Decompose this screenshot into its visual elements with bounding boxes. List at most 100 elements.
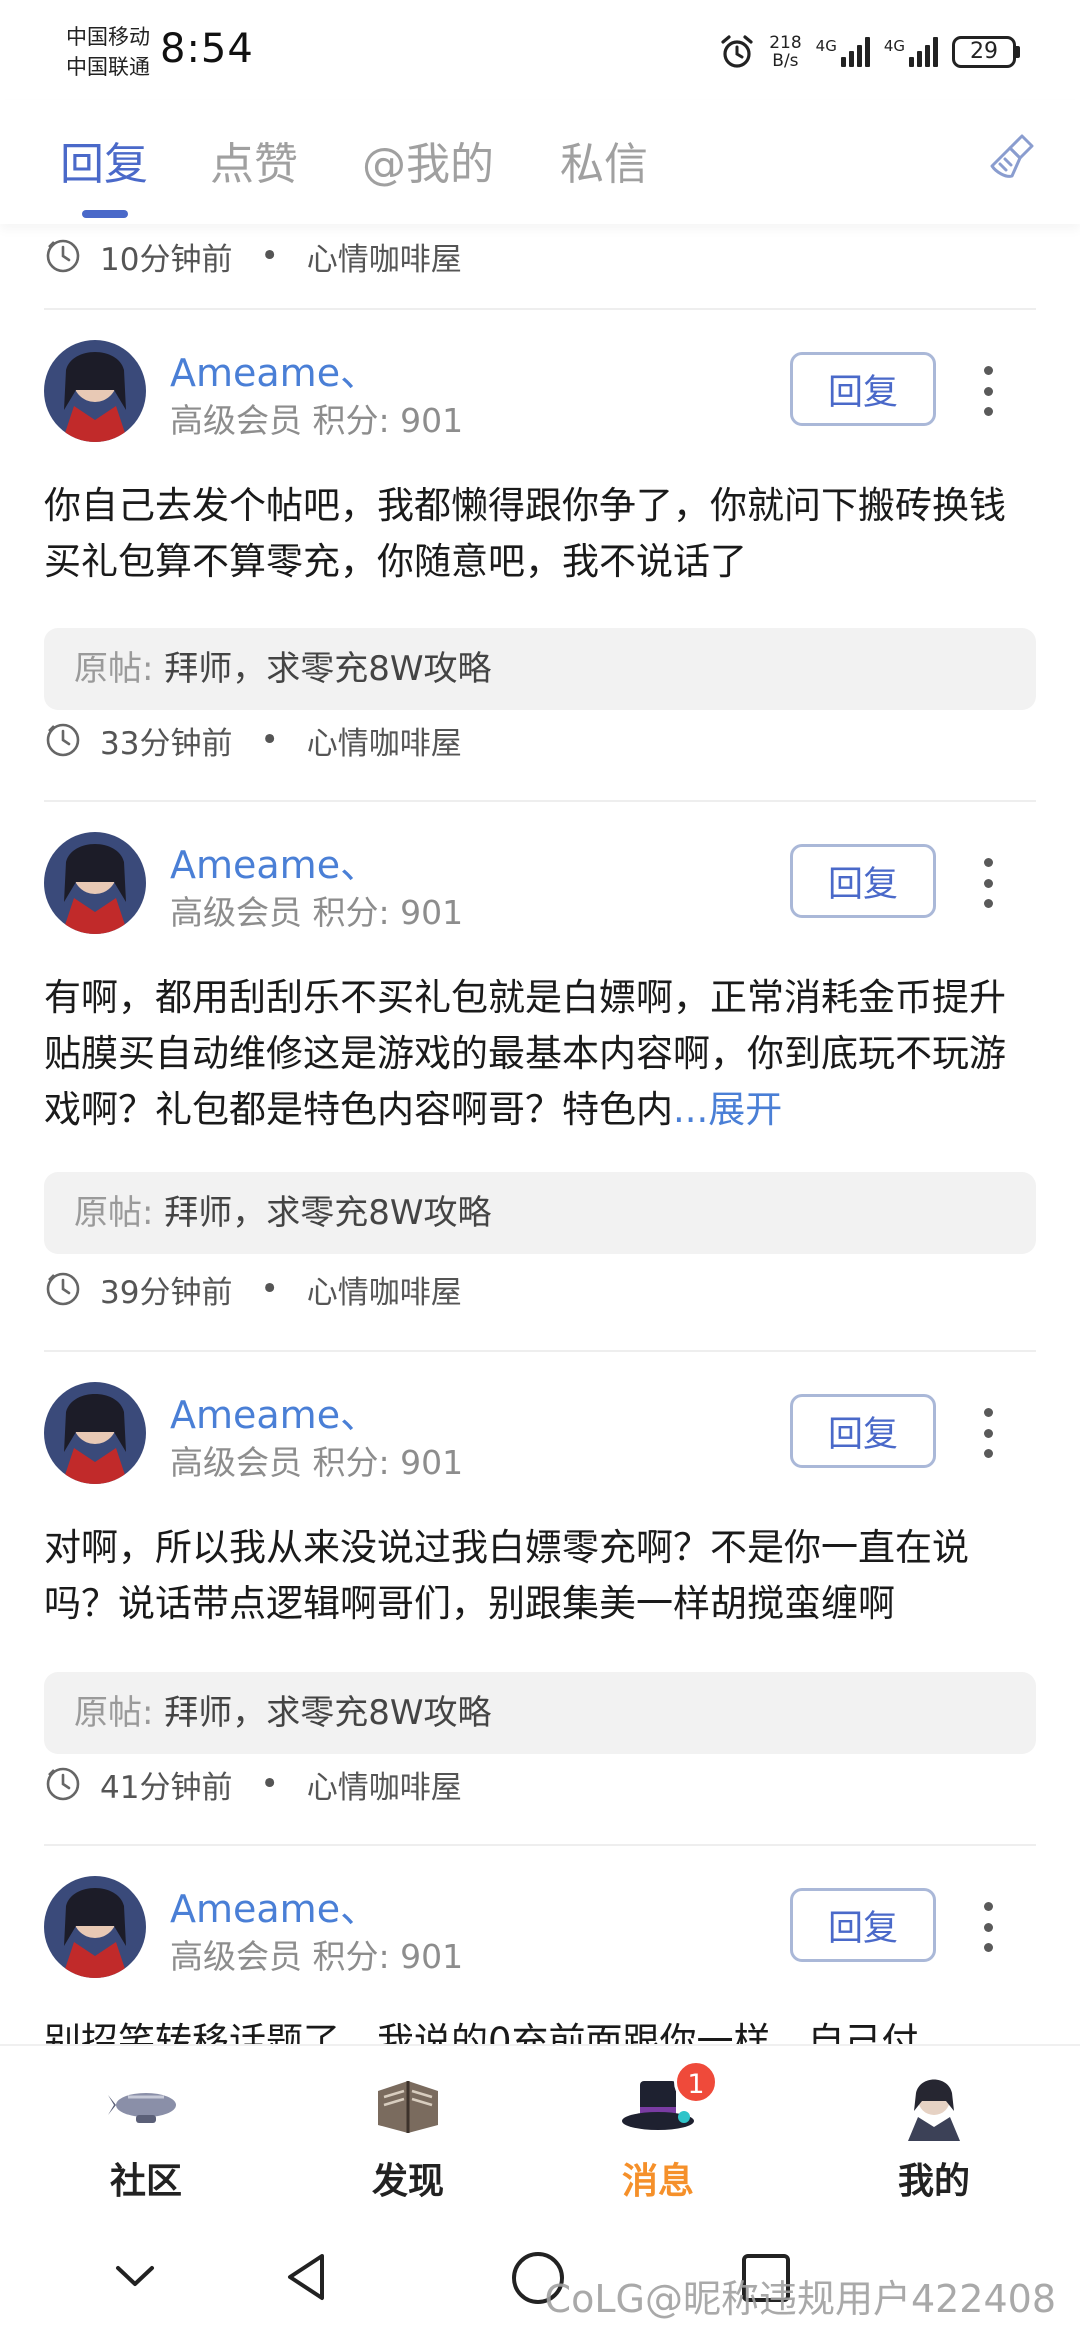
separator-dot: • [260, 1271, 279, 1307]
clock-icon [46, 723, 80, 757]
board-name[interactable]: 心情咖啡屋 [307, 1762, 462, 1807]
original-post-title: 拜师，求零充8W攻略 [164, 1693, 492, 1733]
avatar[interactable] [44, 1382, 146, 1484]
carrier-1: 中国移动 [66, 25, 150, 49]
divider [44, 1350, 1036, 1352]
reply-button[interactable]: 回复 [790, 352, 936, 426]
divider [44, 800, 1036, 802]
original-post-label: 原帖: [74, 1693, 154, 1733]
signal-sim1: 4G [816, 37, 870, 67]
reply-time: 33分钟前 [100, 725, 233, 762]
clear-broom-icon[interactable] [986, 130, 1040, 184]
tab-mentions[interactable]: @我的 [362, 128, 494, 192]
board-name[interactable]: 心情咖啡屋 [307, 234, 462, 279]
avatar[interactable] [44, 1876, 146, 1978]
avatar[interactable] [44, 832, 146, 934]
username[interactable]: Ameame、 [170, 1878, 378, 1933]
nav-label: 消息 [621, 2161, 694, 2202]
tab-replies[interactable]: 回复 [60, 128, 148, 192]
reply-time: 41分钟前 [100, 1769, 233, 1806]
speed-unit: B/s [772, 51, 799, 71]
reply-button[interactable]: 回复 [790, 1888, 936, 1962]
status-icons: 218 B/s 4G 4G 29 [719, 30, 1020, 74]
reply-text: 别招笑转移话题了，我说的0充前面跟你一样，自己付 [44, 2020, 919, 2044]
username[interactable]: Ameame、 [170, 1384, 378, 1439]
speed-value: 218 [769, 33, 802, 53]
watermark: CoLG@昵称违规用户422408 [545, 2268, 1056, 2323]
chevron-down-icon[interactable] [110, 2262, 160, 2292]
expand-link[interactable]: ...展开 [673, 1088, 782, 1131]
active-tab-indicator [82, 210, 128, 218]
original-post-link[interactable]: 原帖: 拜师，求零充8W攻略 [44, 628, 1036, 710]
reply-button[interactable]: 回复 [790, 1394, 936, 1468]
divider [44, 308, 1036, 310]
user-level: 高级会员 积分: 901 [170, 1937, 464, 1976]
reply-card[interactable]: Ameame、 高级会员 积分: 901 回复 对啊，所以我从来没说过我白嫖零充… [0, 1382, 1080, 1764]
user-level: 高级会员 积分: 901 [170, 401, 464, 440]
separator-dot: • [260, 238, 279, 274]
reply-time: 10分钟前 [100, 241, 233, 278]
reply-meta: 39分钟前 • 心情咖啡屋 [44, 1267, 462, 1311]
original-post-title: 拜师，求零充8W攻略 [164, 649, 492, 689]
separator-dot: • [260, 1766, 279, 1802]
board-name[interactable]: 心情咖啡屋 [307, 718, 462, 763]
carrier-info: 中国移动 中国联通 [66, 22, 150, 82]
battery-icon: 29 [952, 36, 1020, 68]
colg-logo: CoLG [544, 2277, 645, 2321]
signal-bars-icon [909, 37, 938, 67]
back-triangle-icon[interactable] [282, 2250, 332, 2304]
reply-card[interactable]: Ameame、 高级会员 积分: 901 回复 有啊，都用刮刮乐不买礼包就是白嫖… [0, 832, 1080, 1254]
reply-time: 39分钟前 [100, 1274, 233, 1311]
divider [44, 1844, 1036, 1846]
username[interactable]: Ameame、 [170, 342, 378, 397]
nav-discover[interactable]: 发现 [328, 2066, 488, 2204]
original-post-label: 原帖: [74, 1193, 154, 1233]
more-options-icon[interactable] [980, 858, 996, 908]
nav-label: 我的 [897, 2161, 970, 2202]
reply-content[interactable]: 有啊，都用刮刮乐不买礼包就是白嫖啊，正常消耗金币提升贴膜买自动维修这是游戏的最基… [44, 970, 1036, 1138]
watermark-text: @昵称违规用户422408 [644, 2277, 1056, 2321]
message-tabs: 回复 点赞 @我的 私信 [0, 100, 1080, 224]
clock-icon [46, 1272, 80, 1306]
status-bar: 中国移动 中国联通 8:54 218 B/s 4G 4G 29 [0, 0, 1080, 100]
reply-feed[interactable]: 10分钟前 • 心情咖啡屋 Ameame、 高级会员 积分: 901 回复 你自… [0, 224, 1080, 2044]
net-type-1: 4G [815, 37, 837, 55]
reply-card[interactable]: Ameame、 高级会员 积分: 901 回复 别招笑转移话题了，我说的0充前面… [0, 1876, 1080, 2044]
original-post-label: 原帖: [74, 649, 154, 689]
original-post-link[interactable]: 原帖: 拜师，求零充8W攻略 [44, 1672, 1036, 1754]
carrier-2: 中国联通 [66, 55, 150, 79]
reply-content[interactable]: 别招笑转移话题了，我说的0充前面跟你一样，自己付 [44, 2014, 1036, 2044]
more-options-icon[interactable] [980, 1902, 996, 1952]
reply-card[interactable]: Ameame、 高级会员 积分: 901 回复 你自己去发个帖吧，我都懒得跟你争… [0, 340, 1080, 722]
book-icon [378, 2081, 438, 2133]
reply-meta: 33分钟前 • 心情咖啡屋 [44, 718, 462, 762]
unread-badge: 1 [674, 2060, 718, 2104]
reply-text: 对啊，所以我从来没说过我白嫖零充啊？不是你一直在说吗？说话带点逻辑啊哥们，别跟集… [44, 1526, 969, 1625]
profile-avatar-icon [908, 2079, 960, 2141]
user-level: 高级会员 积分: 901 [170, 893, 464, 932]
nav-community[interactable]: 社区 [66, 2066, 226, 2204]
reply-meta: 10分钟前 • 心情咖啡屋 [44, 234, 462, 278]
signal-bars-icon [840, 37, 870, 67]
original-post-title: 拜师，求零充8W攻略 [164, 1193, 492, 1233]
reply-text: 有啊，都用刮刮乐不买礼包就是白嫖啊，正常消耗金币提升贴膜买自动维修这是游戏的最基… [44, 976, 1006, 1131]
more-options-icon[interactable] [980, 366, 996, 416]
reply-content[interactable]: 你自己去发个帖吧，我都懒得跟你争了，你就问下搬砖换钱买礼包算不算零充，你随意吧，… [44, 478, 1036, 590]
avatar[interactable] [44, 340, 146, 442]
more-options-icon[interactable] [980, 1408, 996, 1458]
nav-profile[interactable]: 我的 [854, 2066, 1014, 2204]
nav-messages[interactable]: 1 消息 [578, 2060, 738, 2204]
clock-icon [46, 1767, 80, 1801]
username[interactable]: Ameame、 [170, 834, 378, 889]
alarm-icon [721, 35, 753, 68]
reply-button[interactable]: 回复 [790, 844, 936, 918]
board-name[interactable]: 心情咖啡屋 [307, 1267, 462, 1312]
reply-content[interactable]: 对啊，所以我从来没说过我白嫖零充啊？不是你一直在说吗？说话带点逻辑啊哥们，别跟集… [44, 1520, 1036, 1632]
tab-likes[interactable]: 点赞 [210, 128, 298, 192]
original-post-link[interactable]: 原帖: 拜师，求零充8W攻略 [44, 1172, 1036, 1254]
status-time: 8:54 [160, 26, 254, 72]
clock-icon [46, 239, 80, 273]
net-type-2: 4G [883, 37, 905, 55]
battery-level: 29 [952, 36, 1016, 68]
tab-private-messages[interactable]: 私信 [560, 128, 648, 192]
